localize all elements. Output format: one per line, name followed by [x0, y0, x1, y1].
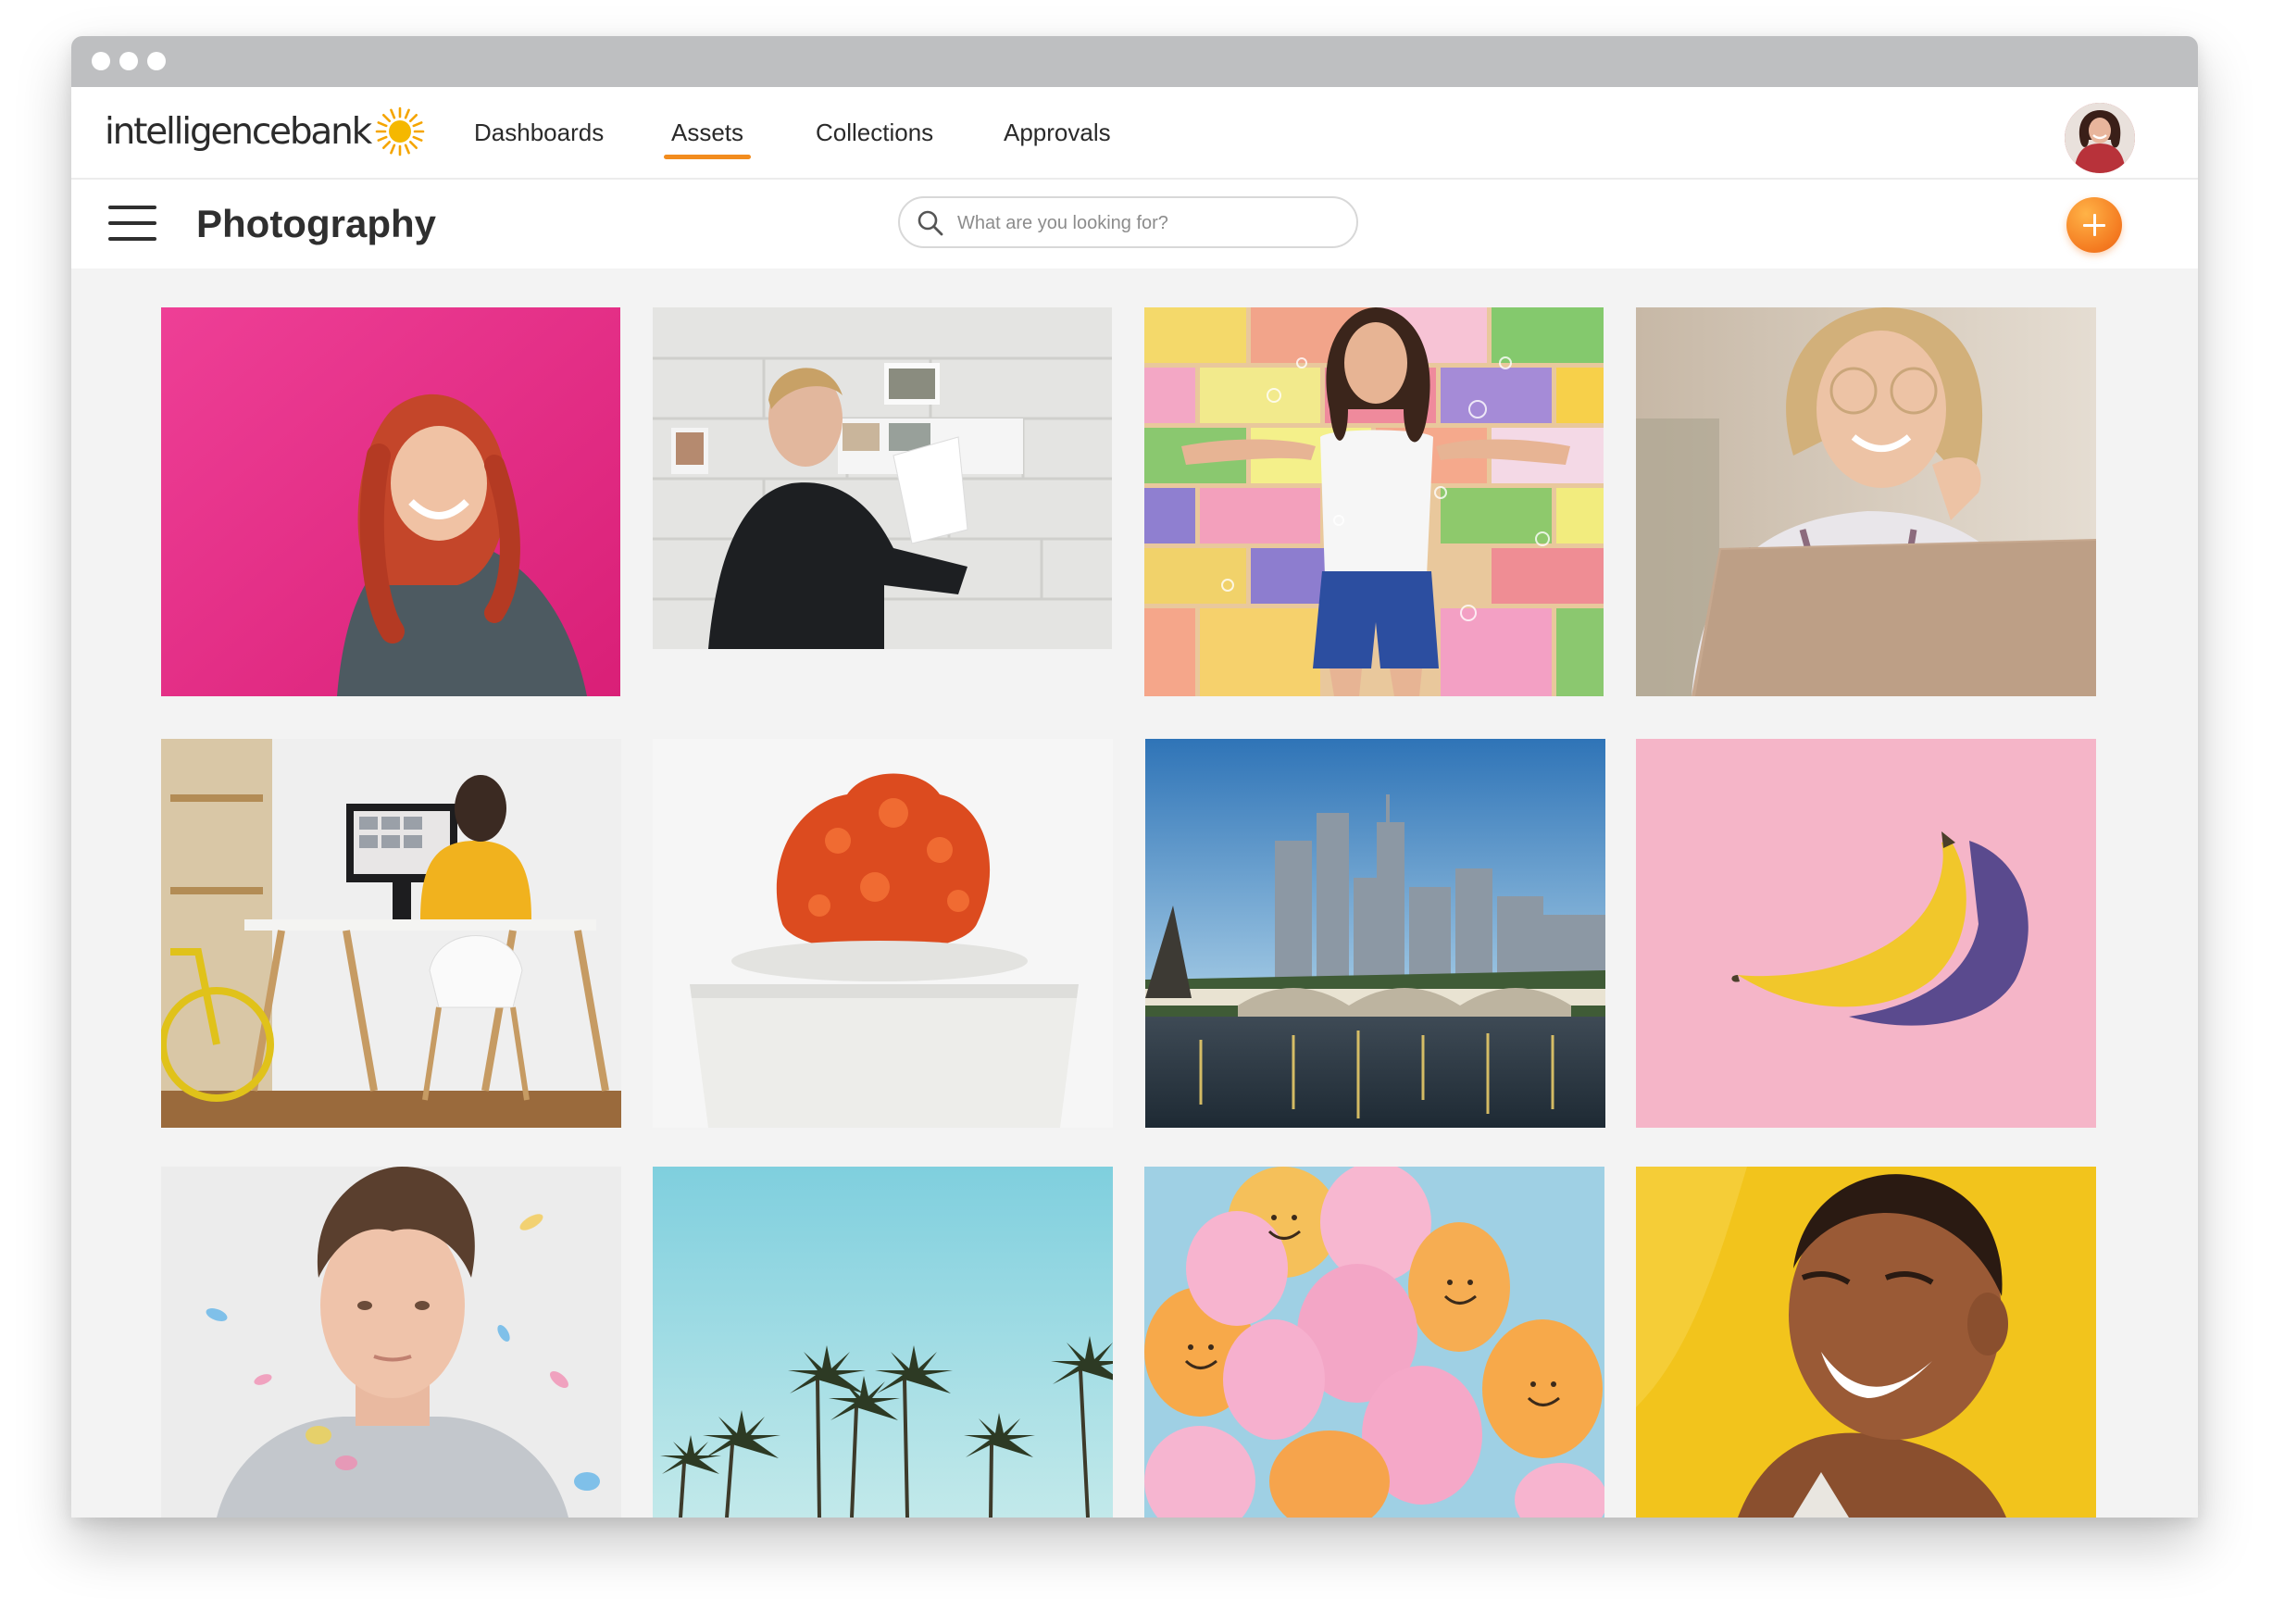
asset-thumbnail-balloons[interactable]	[1144, 1167, 1604, 1518]
asset-grid	[71, 269, 2198, 1518]
brand-logo[interactable]: intelligencebank	[105, 102, 426, 161]
browser-window: intelligencebank Dashboards Assets Colle…	[71, 36, 2198, 1518]
search-input[interactable]	[955, 206, 1329, 241]
window-dot-icon	[92, 52, 110, 70]
photo-woman-bubbles	[1144, 307, 1604, 696]
photo-city-skyline	[1145, 739, 1605, 1128]
photo-banana	[1636, 739, 2096, 1128]
window-chrome	[71, 36, 2198, 87]
search-box[interactable]	[898, 196, 1358, 248]
photo-woman-desk	[161, 739, 621, 1128]
asset-thumbnail-cactus[interactable]	[653, 739, 1113, 1128]
nav-collections[interactable]: Collections	[816, 87, 933, 178]
asset-thumbnail-laptop[interactable]	[1636, 307, 2096, 696]
photo-man-pinning-photos	[653, 307, 1112, 649]
photo-smiley-balloons	[1144, 1167, 1604, 1518]
window-dot-icon	[119, 52, 138, 70]
photo-woman-laptop	[1636, 307, 2096, 696]
avatar-photo	[2065, 103, 2135, 173]
add-asset-button[interactable]	[2066, 197, 2122, 253]
photo-palm-trees	[653, 1167, 1113, 1518]
asset-thumbnail-photo-wall[interactable]	[653, 307, 1112, 649]
nav-assets[interactable]: Assets	[663, 87, 752, 178]
logo-wordmark: intelligencebank	[105, 110, 372, 153]
sun-icon	[375, 106, 425, 156]
page-title: Photography	[196, 202, 436, 245]
asset-thumbnail-office[interactable]	[161, 739, 621, 1128]
page-toolbar: Photography	[71, 180, 2198, 269]
hamburger-icon[interactable]	[108, 206, 156, 241]
nav-dashboards[interactable]: Dashboards	[474, 87, 604, 178]
photo-young-man-confetti	[161, 1167, 621, 1518]
photo-laughing-woman	[1636, 1167, 2096, 1518]
window-dot-icon	[147, 52, 166, 70]
asset-thumbnail-redhead[interactable]	[161, 307, 620, 696]
user-avatar[interactable]	[2065, 103, 2135, 173]
asset-thumbnail-laughing[interactable]	[1636, 1167, 2096, 1518]
asset-thumbnail-young-man[interactable]	[161, 1167, 621, 1518]
asset-thumbnail-palms[interactable]	[653, 1167, 1113, 1518]
photo-red-cactus	[653, 739, 1113, 1128]
photo-redhead-woman	[161, 307, 620, 696]
asset-thumbnail-bubbles[interactable]	[1144, 307, 1604, 696]
top-navigation: intelligencebank Dashboards Assets Colle…	[71, 87, 2198, 180]
search-icon	[918, 210, 943, 236]
nav-approvals[interactable]: Approvals	[1004, 87, 1111, 178]
asset-thumbnail-city[interactable]	[1145, 739, 1605, 1128]
asset-thumbnail-banana[interactable]	[1636, 739, 2096, 1128]
